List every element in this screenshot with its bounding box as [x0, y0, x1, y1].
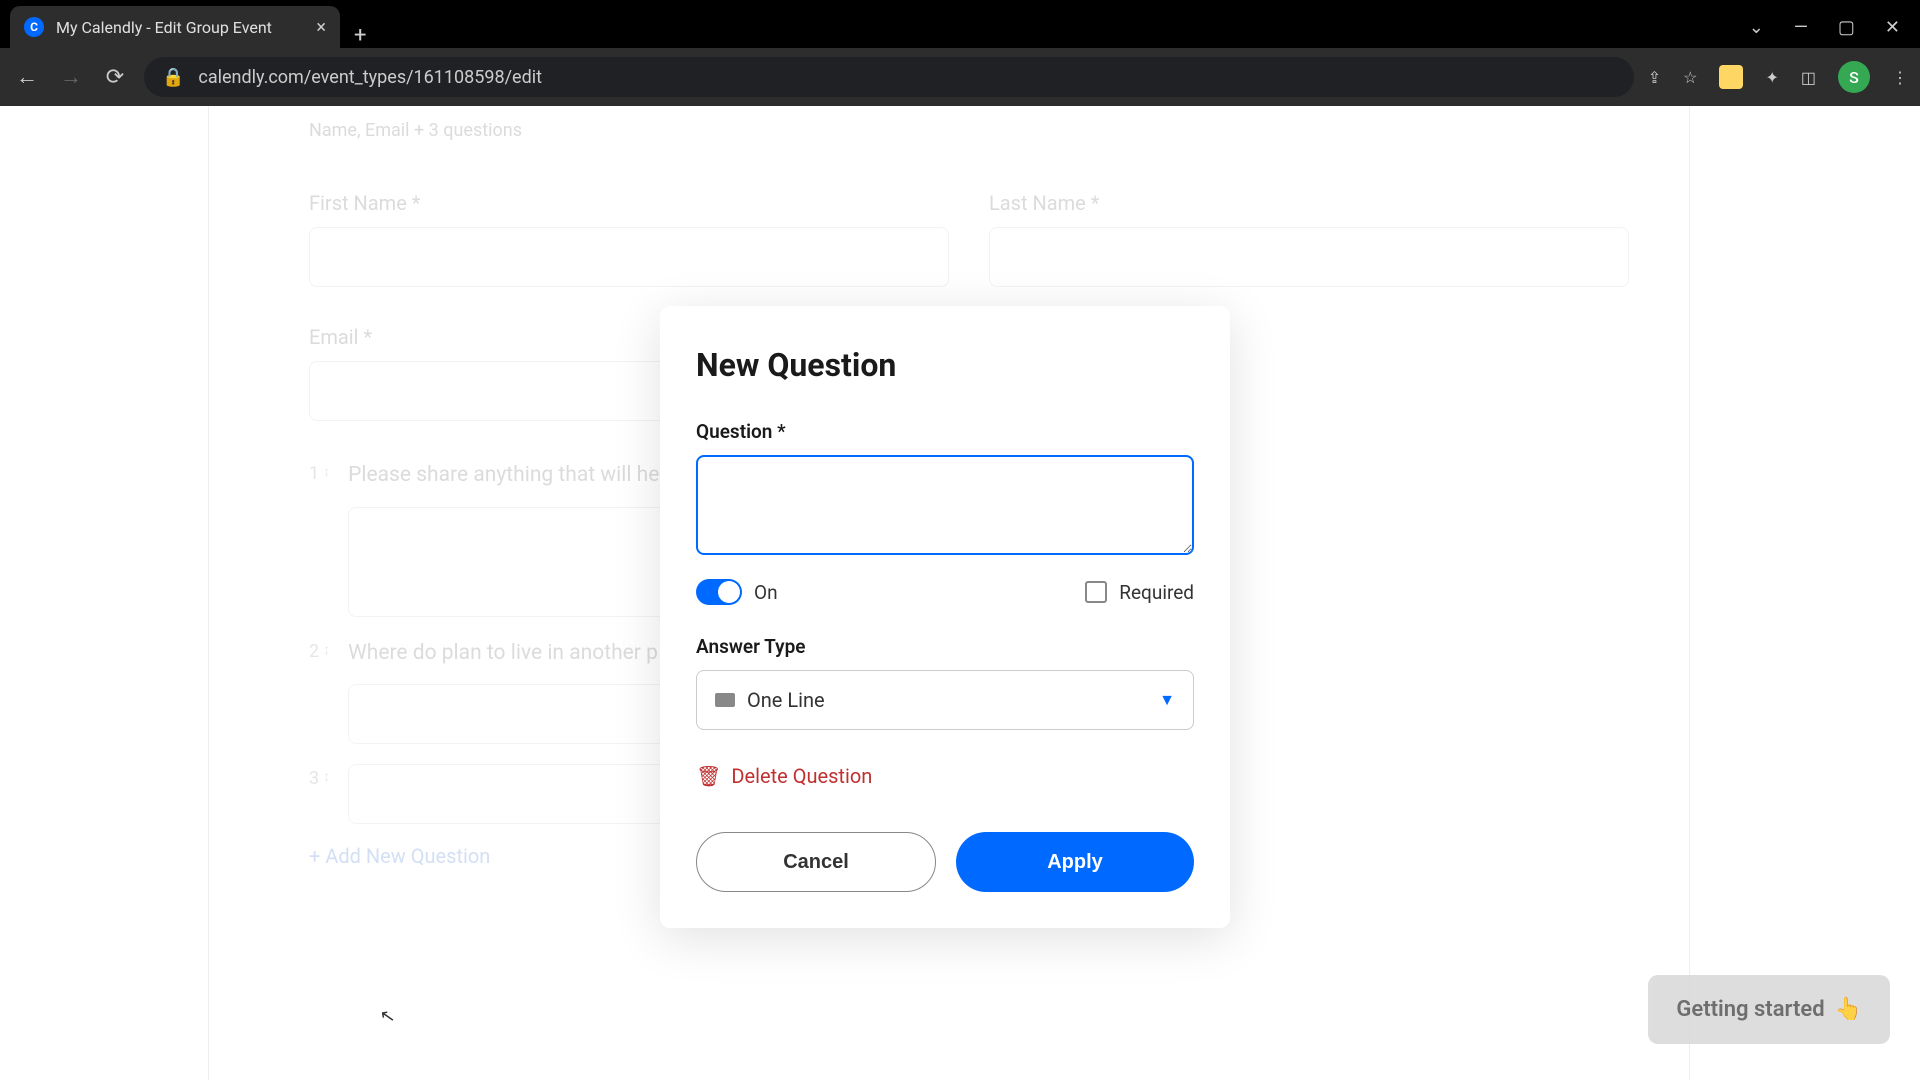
- question-number: 2: [309, 641, 319, 662]
- browser-tab[interactable]: C My Calendly - Edit Group Event ×: [10, 6, 340, 48]
- extension-badge[interactable]: [1719, 65, 1743, 89]
- form-subtitle: Name, Email + 3 questions: [309, 120, 1629, 141]
- answer-type-select[interactable]: One Line ▼: [696, 670, 1194, 730]
- bookmark-icon[interactable]: ☆: [1683, 68, 1697, 87]
- back-button[interactable]: ←: [12, 64, 42, 90]
- reload-button[interactable]: ⟳: [100, 65, 130, 90]
- question-number: 3: [309, 768, 319, 789]
- cancel-button[interactable]: Cancel: [696, 832, 936, 892]
- side-panel-icon[interactable]: ◫: [1801, 68, 1816, 87]
- drag-handle-icon[interactable]: ↕: [323, 641, 330, 662]
- trash-icon: 🗑: [696, 764, 721, 788]
- browser-chrome: C My Calendly - Edit Group Event × + ⌄ —…: [0, 0, 1920, 106]
- question-field-label: Question *: [696, 420, 1194, 443]
- one-line-icon: [715, 693, 735, 707]
- last-name-input[interactable]: [989, 227, 1629, 287]
- delete-question-label: Delete Question: [731, 764, 872, 788]
- calendly-favicon: C: [24, 17, 44, 37]
- url-text: calendly.com/event_types/161108598/edit: [198, 67, 542, 88]
- close-window-icon[interactable]: ✕: [1885, 17, 1900, 38]
- page-content: Name, Email + 3 questions First Name * L…: [0, 106, 1920, 1080]
- share-icon[interactable]: ⇪: [1648, 68, 1661, 87]
- window-controls: ⌄ — ▢ ✕: [1749, 6, 1920, 48]
- answer-type-value: One Line: [747, 688, 1147, 712]
- last-name-label: Last Name *: [989, 191, 1629, 215]
- profile-avatar[interactable]: S: [1838, 61, 1870, 93]
- first-name-label: First Name *: [309, 191, 949, 215]
- pointer-icon: 👆: [1835, 997, 1862, 1022]
- modal-title: New Question: [696, 346, 1194, 384]
- getting-started-widget[interactable]: Getting started 👆: [1648, 975, 1890, 1044]
- address-bar: ← → ⟳ 🔒 calendly.com/event_types/1611085…: [0, 48, 1920, 106]
- required-label: Required: [1119, 581, 1194, 604]
- delete-question-button[interactable]: 🗑 Delete Question: [696, 764, 1194, 788]
- question-textarea[interactable]: [696, 455, 1194, 555]
- new-question-modal: New Question Question * On Required Answ…: [660, 306, 1230, 928]
- url-field[interactable]: 🔒 calendly.com/event_types/161108598/edi…: [144, 57, 1634, 97]
- tab-title: My Calendly - Edit Group Event: [56, 18, 304, 37]
- required-checkbox[interactable]: [1085, 581, 1107, 603]
- first-name-input[interactable]: [309, 227, 949, 287]
- new-tab-button[interactable]: +: [340, 23, 380, 48]
- minimize-icon[interactable]: —: [1794, 17, 1808, 38]
- on-toggle[interactable]: [696, 579, 742, 605]
- apply-button[interactable]: Apply: [956, 832, 1194, 892]
- close-tab-icon[interactable]: ×: [316, 17, 326, 38]
- lock-icon: 🔒: [162, 67, 184, 88]
- extensions-icon[interactable]: ✦: [1765, 68, 1778, 87]
- menu-icon[interactable]: ⋮: [1892, 68, 1908, 87]
- drag-handle-icon[interactable]: ↕: [323, 768, 330, 789]
- tabs-dropdown-icon[interactable]: ⌄: [1749, 17, 1764, 38]
- drag-handle-icon[interactable]: ↕: [323, 463, 330, 484]
- chevron-down-icon: ▼: [1159, 690, 1175, 710]
- question-number: 1: [309, 463, 319, 484]
- maximize-icon[interactable]: ▢: [1838, 17, 1855, 38]
- on-toggle-label: On: [754, 581, 778, 604]
- forward-button[interactable]: →: [56, 64, 86, 90]
- getting-started-label: Getting started: [1676, 997, 1824, 1022]
- answer-type-label: Answer Type: [696, 635, 1194, 658]
- tab-bar: C My Calendly - Edit Group Event × + ⌄ —…: [0, 0, 1920, 48]
